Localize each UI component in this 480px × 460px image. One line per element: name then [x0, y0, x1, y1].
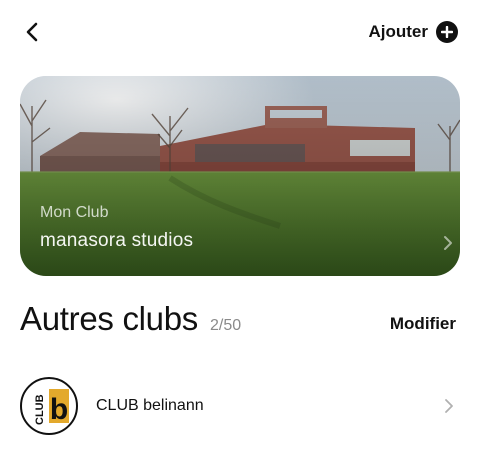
- clubs-screen: Ajouter Mon Club manasora studios Autres…: [0, 0, 480, 460]
- club-logo: b CLUB: [20, 377, 78, 435]
- chevron-right-icon: [444, 236, 452, 250]
- clubs-count: 2/50: [209, 317, 242, 334]
- club-name: CLUB belinann: [96, 397, 204, 414]
- section-title: Autres clubs: [20, 300, 198, 337]
- back-button[interactable]: [18, 18, 46, 46]
- my-club-label: Mon Club: [40, 204, 109, 221]
- add-label: Ajouter: [368, 22, 429, 41]
- my-club-caption: Mon Club manasora studios: [40, 204, 193, 252]
- edit-button[interactable]: Modifier: [390, 314, 456, 334]
- plus-circle-icon: [436, 21, 458, 43]
- logo-text: CLUB: [34, 394, 46, 425]
- other-clubs-header: Autres clubs 2/50: [20, 300, 241, 338]
- chevron-right-icon: [445, 399, 453, 413]
- logo-letter: b: [50, 393, 68, 426]
- add-club-button[interactable]: Ajouter: [368, 18, 458, 46]
- my-club-name: manasora studios: [40, 230, 194, 251]
- my-club-card[interactable]: Mon Club manasora studios: [20, 76, 460, 276]
- list-item[interactable]: b CLUB CLUB belinann: [20, 374, 460, 438]
- chevron-left-icon: [26, 22, 38, 42]
